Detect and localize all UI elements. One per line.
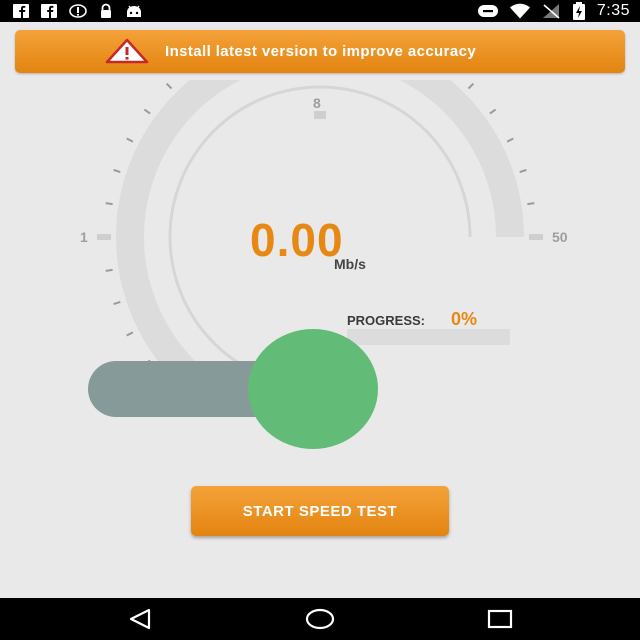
progress-label: PROGRESS:: [347, 313, 426, 328]
facebook-icon: [12, 3, 30, 19]
gauge-marker-left: [97, 234, 111, 240]
progress-value: 0%: [451, 309, 478, 329]
gauge-tick: [113, 300, 121, 306]
update-banner[interactable]: Install latest version to improve accura…: [15, 30, 625, 73]
home-icon[interactable]: [300, 605, 340, 633]
battery-charging-icon: [571, 2, 587, 20]
navigation-bar: [0, 598, 640, 640]
lock-icon: [98, 3, 114, 19]
gauge-tick: [527, 202, 535, 206]
gauge-marker-top: [314, 111, 326, 119]
gauge-tick: [105, 268, 113, 272]
warning-icon: [105, 38, 149, 64]
banner-text: Install latest version to improve accura…: [165, 43, 477, 60]
android-icon: [124, 3, 144, 19]
gauge-label-max: 50: [552, 229, 568, 245]
gauge-tick: [113, 168, 121, 174]
facebook-icon: [40, 3, 58, 19]
status-right-icons: 7:35: [477, 0, 630, 22]
gauge-marker-right: [529, 234, 543, 240]
gauge-label-top: 8: [313, 95, 321, 111]
gauge-tick: [105, 202, 113, 206]
no-signal-icon: [541, 3, 561, 19]
test-toggle-knob[interactable]: [248, 329, 378, 449]
gauge-tick: [126, 137, 134, 143]
gauge-tick: [506, 137, 514, 143]
do-not-disturb-icon: [477, 3, 499, 19]
recents-icon[interactable]: [480, 605, 520, 633]
wifi-icon: [509, 3, 531, 19]
gauge-tick: [467, 82, 475, 90]
status-time: 7:35: [596, 2, 630, 19]
progress-bar: [347, 329, 510, 345]
gauge-tick: [165, 82, 173, 90]
speed-unit: Mb/s: [334, 256, 366, 272]
start-speed-test-button[interactable]: START SPEED TEST: [191, 486, 449, 536]
gauge-label-min: 1: [80, 229, 88, 245]
status-bar: 7:35: [0, 0, 640, 22]
gauge-tick: [126, 331, 134, 337]
back-icon[interactable]: [120, 605, 160, 633]
sync-icon: [68, 3, 88, 19]
gauge-tick: [143, 108, 151, 115]
gauge-tick: [519, 168, 527, 174]
speed-value: 0.00: [250, 214, 344, 266]
gauge-tick: [489, 108, 497, 115]
status-left-icons: [12, 0, 144, 22]
